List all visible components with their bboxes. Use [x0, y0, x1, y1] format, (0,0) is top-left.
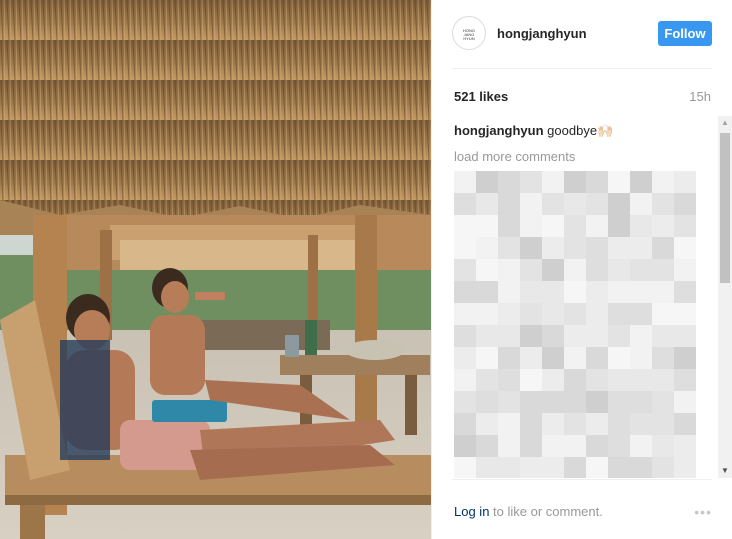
instagram-post-view: HONG JANG HYUN hongjanghyun Follow 521 l…: [0, 0, 732, 539]
login-link[interactable]: Log in: [454, 504, 489, 519]
post-time[interactable]: 15h: [689, 89, 711, 104]
beach-hut-image: [0, 0, 431, 539]
login-prompt: Log in to like or comment.: [454, 504, 603, 519]
pixelated-comments-image: [454, 171, 697, 478]
post-header: HONG JANG HYUN hongjanghyun Follow: [452, 14, 712, 54]
avatar[interactable]: HONG JANG HYUN: [452, 16, 486, 50]
more-options-icon[interactable]: •••: [694, 504, 712, 520]
avatar-logo-text: HONG JANG HYUN: [463, 28, 475, 41]
footer-divider: [452, 479, 712, 480]
follow-button[interactable]: Follow: [658, 21, 712, 46]
header-divider: [452, 68, 712, 69]
scroll-down-arrow-icon[interactable]: ▼: [718, 464, 732, 478]
post-sidebar: HONG JANG HYUN hongjanghyun Follow 521 l…: [431, 0, 732, 539]
scroll-up-arrow-icon[interactable]: ▲: [718, 116, 732, 130]
post-photo[interactable]: [0, 0, 431, 539]
pixelated-comments-mosaic: [454, 171, 696, 478]
likes-count[interactable]: 521 likes: [454, 89, 508, 104]
login-prompt-text: to like or comment.: [489, 504, 603, 519]
username-link[interactable]: hongjanghyun: [497, 26, 587, 41]
scrollbar-thumb[interactable]: [720, 133, 730, 283]
caption-username[interactable]: hongjanghyun: [454, 123, 544, 138]
caption: hongjanghyun goodbye🙌🏻: [454, 123, 613, 139]
caption-text: goodbye🙌🏻: [547, 123, 614, 138]
comments-scrollbar[interactable]: ▲ ▼: [718, 116, 732, 478]
comments-list: hongjanghyun goodbye🙌🏻 load more comment…: [454, 116, 712, 478]
load-more-comments-link[interactable]: load more comments: [454, 149, 575, 164]
